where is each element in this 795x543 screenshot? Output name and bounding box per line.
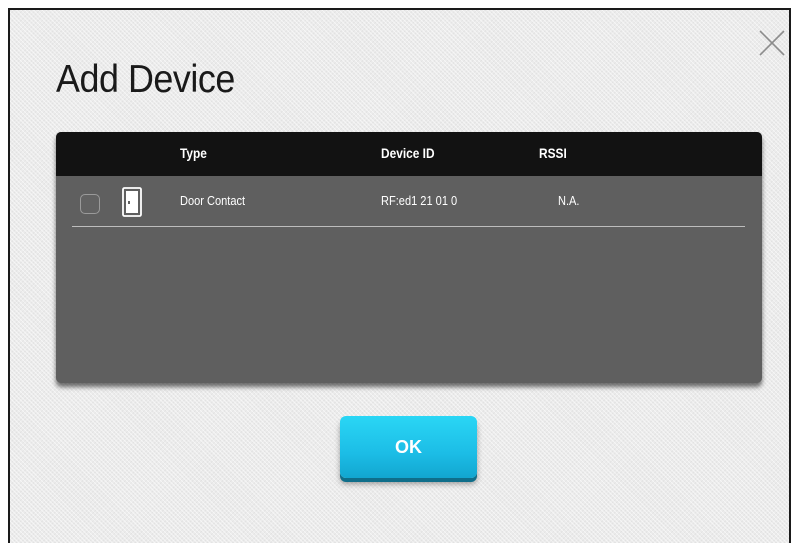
device-rssi: N.A. [558, 193, 580, 208]
add-device-dialog: Add Device Type Device ID RSSI Door Cont… [8, 8, 791, 543]
row-divider [72, 226, 745, 227]
close-icon [759, 30, 785, 56]
device-select-checkbox[interactable] [80, 194, 100, 214]
dialog-title: Add Device [56, 58, 235, 101]
close-button[interactable] [757, 28, 787, 58]
device-table: Type Device ID RSSI Door Contact RF:ed1 … [56, 132, 762, 383]
device-id: RF:ed1 21 01 0 [381, 193, 458, 208]
table-header: Type Device ID RSSI [56, 132, 762, 176]
table-row[interactable]: Door Contact RF:ed1 21 01 0 N.A. [56, 176, 762, 227]
column-header-type: Type [180, 145, 207, 161]
column-header-device-id: Device ID [381, 145, 435, 161]
ok-button[interactable]: OK [340, 416, 477, 478]
column-header-rssi: RSSI [539, 145, 567, 161]
door-icon [122, 187, 142, 217]
device-type: Door Contact [180, 193, 246, 208]
